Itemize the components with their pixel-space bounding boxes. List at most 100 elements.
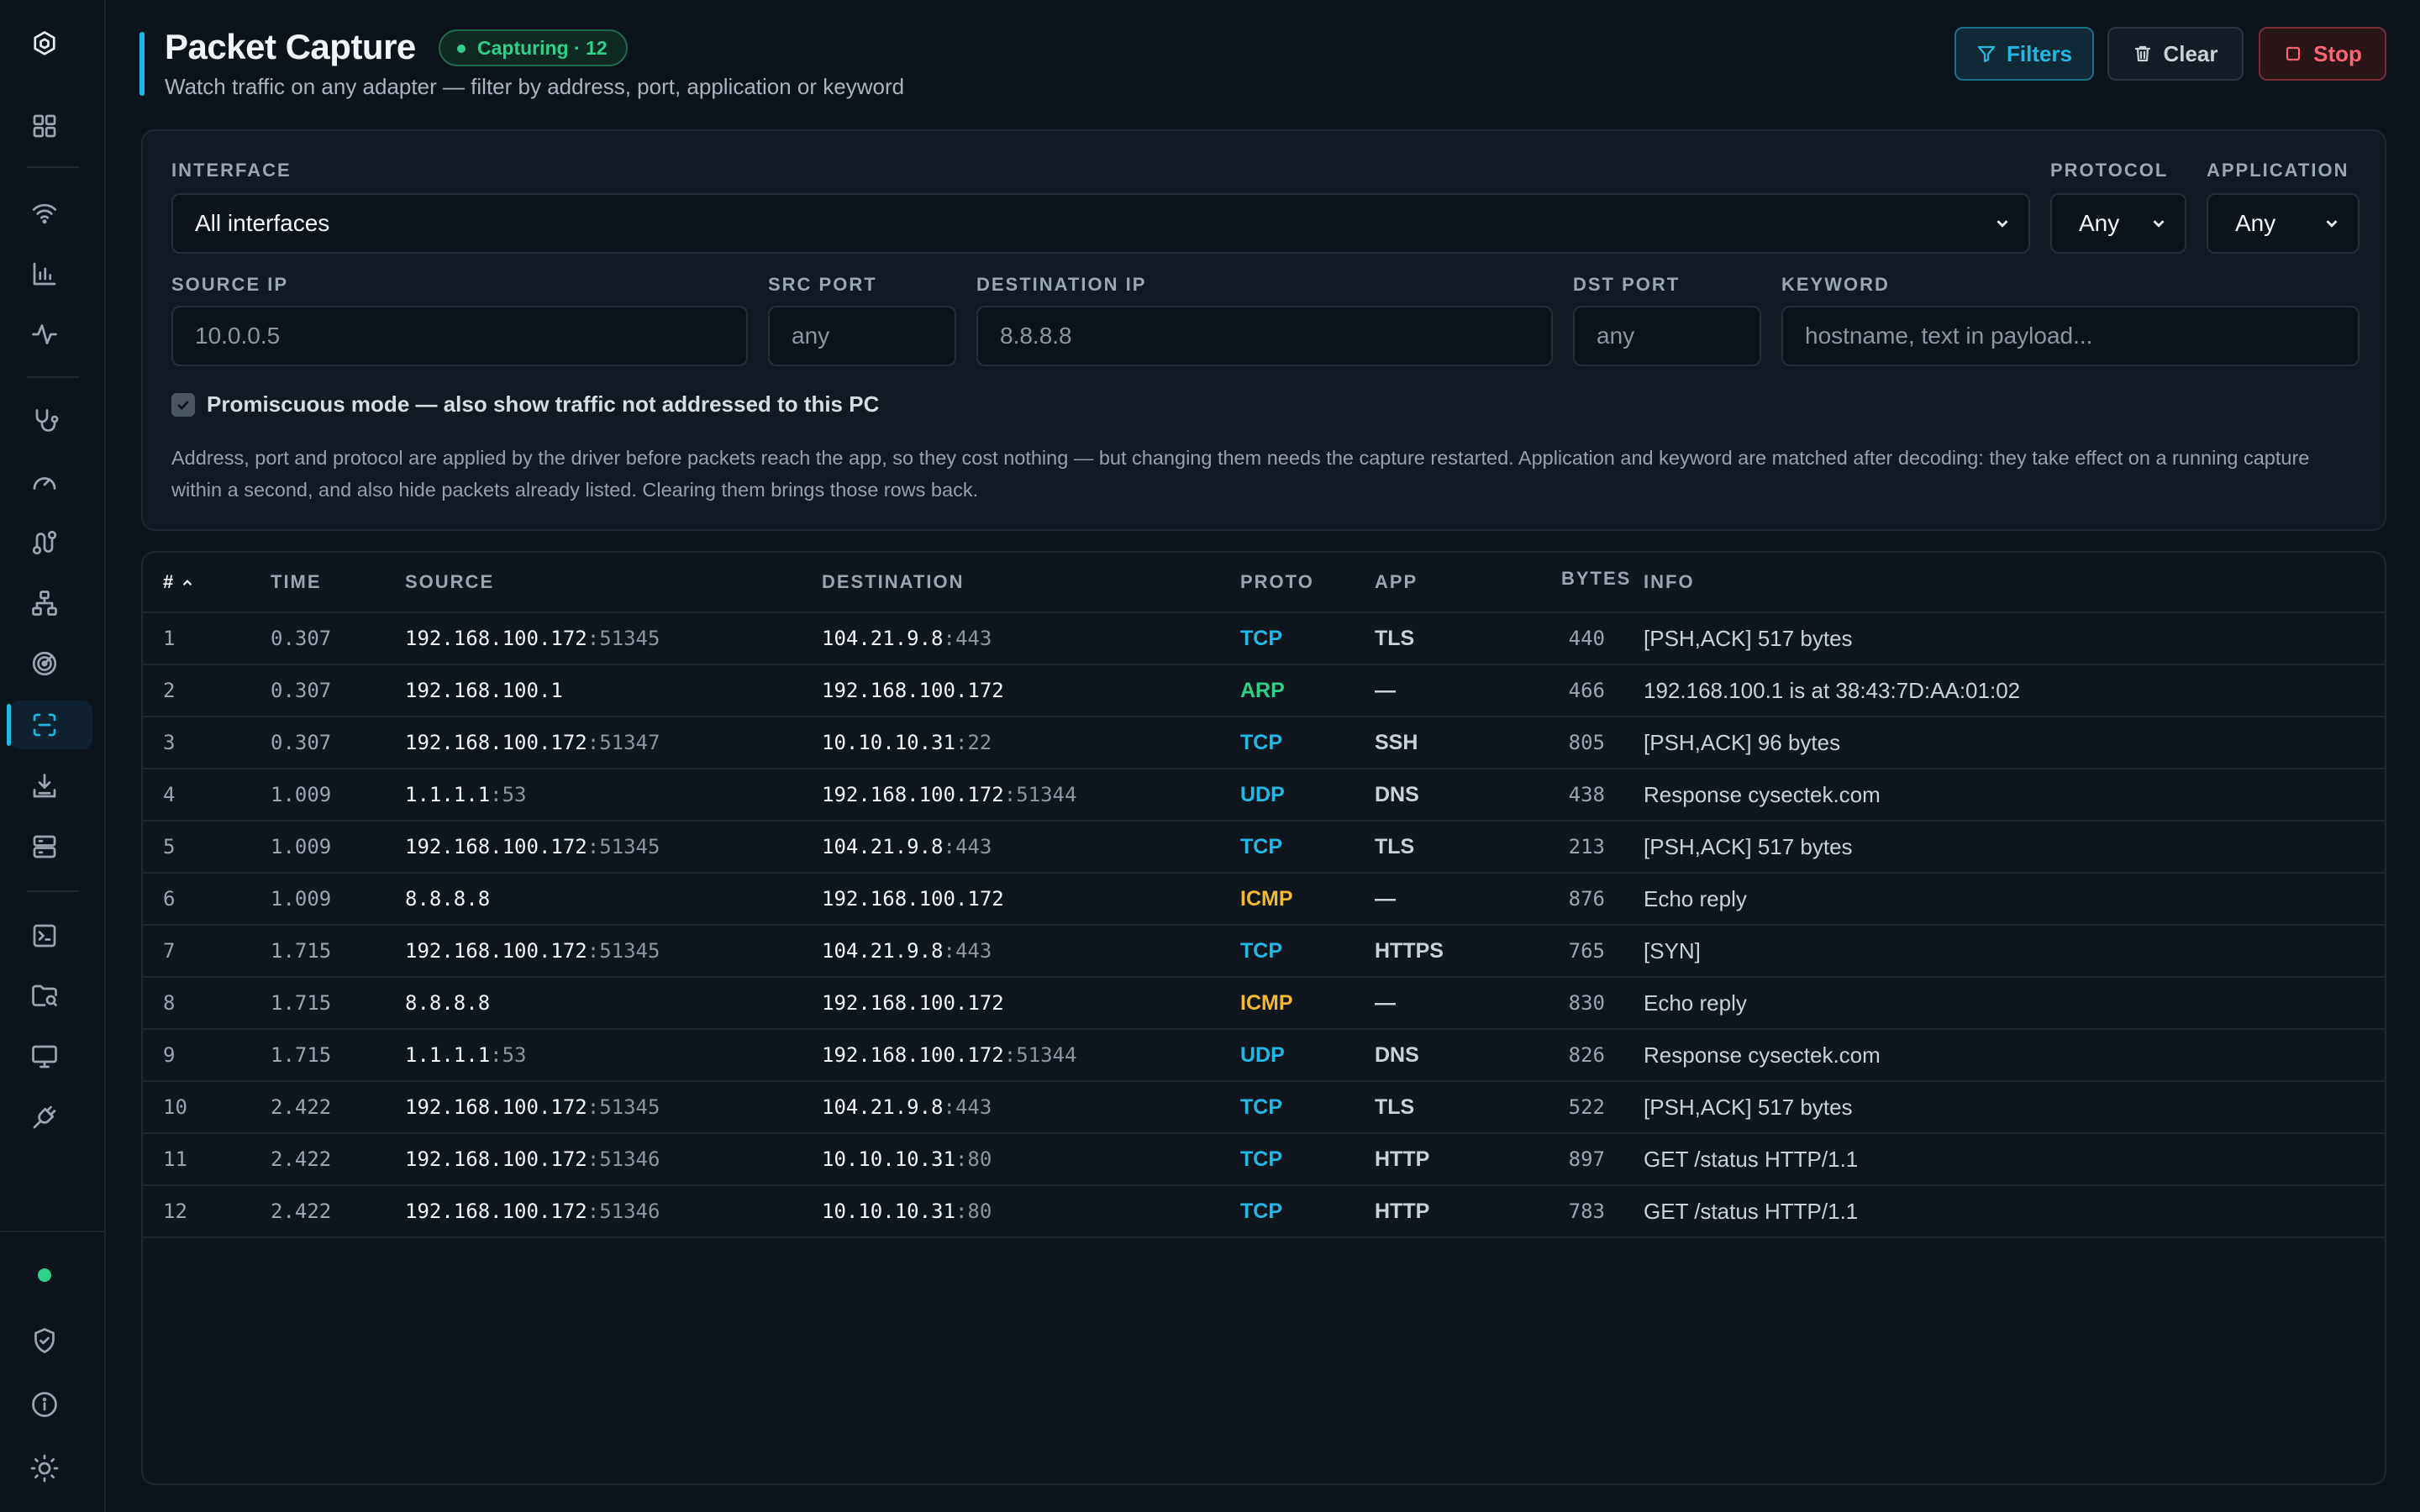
interface-label: INTERFACE [171,160,292,181]
radar-icon[interactable] [26,645,63,682]
cell-destination: 192.168.100.172:51344 [822,769,1076,820]
protocol-select[interactable]: Any [2050,193,2186,254]
cell-info: GET /status HTTP/1.1 [1644,1198,1859,1224]
cell-num: 6 [163,887,176,911]
cell-source: 192.168.100.172:51346 [405,1134,660,1184]
activity-icon[interactable] [26,316,63,353]
destination-ip: 10.10.10.31 [822,1147,955,1171]
cell-destination: 192.168.100.172 [822,978,1004,1028]
cell-info: [PSH,ACK] 517 bytes [1644,833,1853,859]
table-row[interactable]: 2 0.307 192.168.100.1 192.168.100.172 ARP — 46… [143,665,2385,717]
cell-app: HTTP [1375,1199,1430,1223]
promiscuous-label[interactable]: Promiscuous mode — also show traffic not… [207,391,879,417]
destination-ip-input[interactable]: 8.8.8.8 [976,306,1553,366]
cell-time: 1.009 [271,783,332,806]
table-row[interactable]: 12 2.422 192.168.100.172:51346 10.10.10.31:… [143,1186,2385,1238]
application-select[interactable]: Any [2207,193,2360,254]
source-ip: 192.168.100.1 [405,679,563,702]
logo-icon[interactable] [26,25,63,62]
filter-panel: INTERFACE All interfaces PROTOCOL Any AP… [141,129,2386,531]
filters-button[interactable]: Filters [1954,27,2094,81]
source-port: :51346 [587,1147,660,1171]
cell-time: 1.715 [271,1043,332,1067]
dst-port-input[interactable]: any [1573,306,1761,366]
column-header-time[interactable]: TIME [271,571,322,593]
cell-proto: TCP [1240,938,1282,963]
table-row[interactable]: 5 1.009 192.168.100.172:51345 104.21.9.8:44… [143,822,2385,874]
cell-source: 8.8.8.8 [405,874,490,924]
chevron-down-icon [1996,220,2008,228]
stethoscope-icon[interactable] [26,403,63,440]
cell-time: 2.422 [271,1200,332,1223]
cell-app: — [1375,886,1396,911]
table-row[interactable]: 1 0.307 192.168.100.172:51345 104.21.9.8:44… [143,613,2385,665]
promiscuous-checkbox[interactable] [171,393,195,417]
protocol-value: Any [2079,210,2120,236]
destination-ip: 192.168.100.172 [822,887,1004,911]
column-header-app[interactable]: APP [1375,571,1418,593]
column-header-destination[interactable]: DESTINATION [822,571,964,593]
source-ip: 1.1.1.1 [405,783,491,806]
wifi-icon[interactable] [26,195,63,232]
source-port: :51347 [587,731,660,754]
cell-source: 1.1.1.1:53 [405,1030,527,1080]
cell-time: 1.009 [271,887,332,911]
dst-port-label: DST PORT [1573,274,1681,295]
table-row[interactable]: 9 1.715 1.1.1.1:53 192.168.100.172:51344 UDP… [143,1030,2385,1082]
speedometer-icon[interactable] [26,464,63,501]
cell-num: 2 [163,679,176,702]
dashboard-icon[interactable] [26,108,63,144]
cell-num: 1 [163,627,176,650]
plug-icon[interactable] [26,1099,63,1136]
shield-icon[interactable] [26,1322,63,1359]
bar-chart-icon[interactable] [26,255,63,292]
info-icon[interactable] [26,1386,63,1423]
title-accent [139,32,145,96]
cell-info: Echo reply [1644,990,1747,1016]
clear-button[interactable]: Clear [2107,27,2244,81]
table-row[interactable]: 7 1.715 192.168.100.172:51345 104.21.9.8:44… [143,926,2385,978]
cell-bytes: 765 [1568,939,1605,963]
column-header-source[interactable]: SOURCE [405,571,494,593]
download-icon[interactable] [26,768,63,805]
source-ip: 192.168.100.172 [405,835,587,858]
stop-button[interactable]: Stop [2259,27,2386,81]
cell-source: 192.168.100.1 [405,665,563,716]
cell-bytes: 897 [1568,1147,1605,1171]
source-ip: 192.168.100.172 [405,939,587,963]
folder-search-icon[interactable] [26,978,63,1015]
table-row[interactable]: 6 1.009 8.8.8.8 192.168.100.172 ICMP — 876 Echo… [143,874,2385,926]
destination-port: :51344 [1003,1043,1077,1067]
source-ip: 1.1.1.1 [405,1043,491,1067]
table-row[interactable]: 3 0.307 192.168.100.172:51347 10.10.10.31:2… [143,717,2385,769]
monitor-icon[interactable] [26,1038,63,1075]
cell-num: 8 [163,991,176,1015]
column-header-bytes[interactable]: BYTES [1561,568,1631,590]
source-ip: 192.168.100.172 [405,1200,587,1223]
destination-ip-label: DESTINATION IP [976,274,1147,295]
source-ip-input[interactable]: 10.0.0.5 [171,306,748,366]
cell-proto: TCP [1240,1095,1282,1119]
table-row[interactable]: 8 1.715 8.8.8.8 192.168.100.172 ICMP — 830 Echo… [143,978,2385,1030]
server-icon[interactable] [26,828,63,865]
cell-num: 9 [163,1043,176,1067]
packet-capture-icon[interactable] [26,706,63,743]
column-header-proto[interactable]: PROTO [1240,571,1314,593]
table-row[interactable]: 11 2.422 192.168.100.172:51346 10.10.10.31:… [143,1134,2385,1186]
terminal-icon[interactable] [26,917,63,954]
clear-label: Clear [2163,40,2218,66]
cell-info: [PSH,ACK] 517 bytes [1644,1094,1853,1120]
keyword-input[interactable]: hostname, text in payload... [1781,306,2360,366]
column-header-info[interactable]: INFO [1644,571,1695,593]
cell-app: TLS [1375,626,1415,650]
interface-select[interactable]: All interfaces [171,193,2030,254]
network-icon[interactable] [26,585,63,622]
sun-icon[interactable] [26,1450,63,1487]
table-row[interactable]: 4 1.009 1.1.1.1:53 192.168.100.172:51344 UDP… [143,769,2385,822]
table-row[interactable]: 10 2.422 192.168.100.172:51345 104.21.9.8:4… [143,1082,2385,1134]
cell-destination: 104.21.9.8:443 [822,613,992,664]
src-port-input[interactable]: any [768,306,956,366]
cell-destination: 10.10.10.31:22 [822,717,992,768]
column-header-num[interactable]: # [163,571,195,593]
route-icon[interactable] [26,524,63,561]
